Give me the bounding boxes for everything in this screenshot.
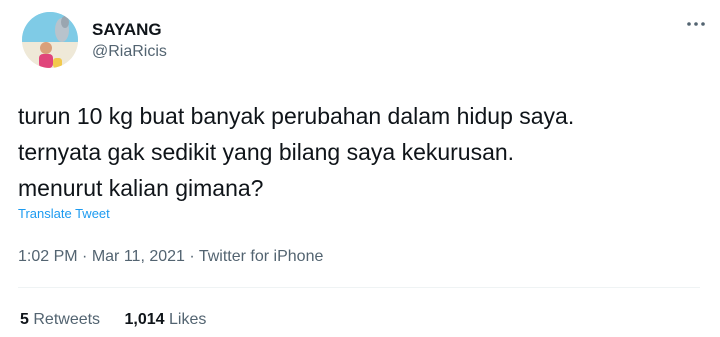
likes-count: 1,014 <box>124 311 165 328</box>
tweet-text-line: turun 10 kg buat banyak perubahan dalam … <box>18 103 575 129</box>
retweets-count: 5 <box>20 311 29 328</box>
separator: · <box>82 248 88 265</box>
likes-label: Likes <box>169 311 207 328</box>
avatar-image <box>22 12 78 68</box>
tweet-text: turun 10 kg buat banyak perubahan dalam … <box>18 98 708 206</box>
more-dots <box>687 22 705 26</box>
tweet-card: SAYANG @RiaRicis turun 10 kg buat banyak… <box>0 0 720 337</box>
tweet-stats: 5 Retweets 1,014 Likes <box>20 311 206 329</box>
tweet-source[interactable]: Twitter for iPhone <box>199 248 324 265</box>
more-horizontal-icon[interactable] <box>684 12 708 36</box>
tweet-metadata: 1:02 PM · Mar 11, 2021 · Twitter for iPh… <box>18 248 323 266</box>
retweets-label: Retweets <box>33 311 101 328</box>
tweet-date[interactable]: Mar 11, 2021 <box>92 248 185 265</box>
retweets-stat[interactable]: 5 Retweets <box>20 311 100 329</box>
avatar[interactable] <box>22 12 78 68</box>
likes-stat[interactable]: 1,014 Likes <box>125 311 207 329</box>
separator: · <box>189 248 195 265</box>
display-name[interactable]: SAYANG <box>92 20 162 40</box>
tweet-text-line: ternyata gak sedikit yang bilang saya ke… <box>18 139 515 165</box>
tweet-text-line: menurut kalian gimana? <box>18 175 264 201</box>
tweet-time[interactable]: 1:02 PM <box>18 248 78 265</box>
user-handle[interactable]: @RiaRicis <box>92 43 167 61</box>
translate-tweet-link[interactable]: Translate Tweet <box>18 206 110 221</box>
divider <box>18 287 700 288</box>
